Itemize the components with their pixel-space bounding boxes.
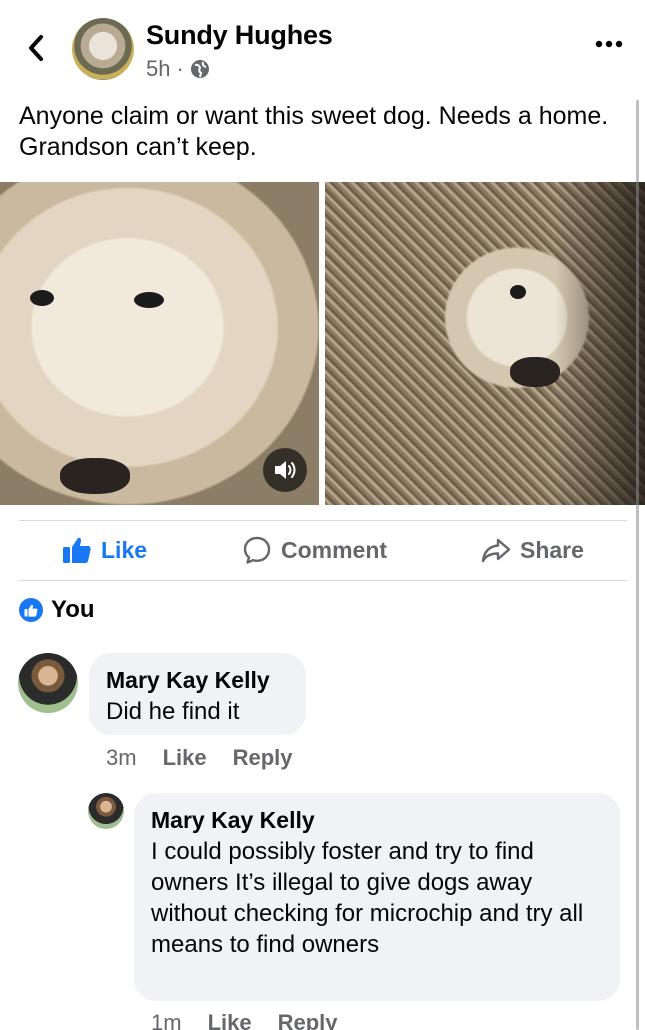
dog-nose xyxy=(60,458,130,494)
globe-icon xyxy=(190,60,209,78)
like-button[interactable]: Like xyxy=(62,521,147,579)
like-label: Like xyxy=(101,536,148,563)
dog-eye xyxy=(510,285,526,299)
comment-button[interactable]: Comment xyxy=(242,521,387,579)
comment-like-button[interactable]: Like xyxy=(163,745,207,771)
comment-text: Did he find it xyxy=(106,698,240,725)
post-meta: 5h · xyxy=(146,56,210,82)
reactions-summary[interactable]: You xyxy=(19,596,95,624)
share-arrow-icon xyxy=(481,538,511,563)
comment-time: 1m xyxy=(151,1010,182,1030)
thumbs-up-icon xyxy=(63,537,91,563)
comment-label: Comment xyxy=(281,536,388,563)
more-options-button[interactable] xyxy=(592,34,626,54)
photo-grid xyxy=(0,182,645,505)
back-button[interactable] xyxy=(22,32,50,64)
comment-reply-button[interactable]: Reply xyxy=(278,1010,338,1030)
author-name[interactable]: Sundy Hughes xyxy=(146,20,333,51)
more-dots-icon xyxy=(595,40,623,48)
commenter-avatar[interactable] xyxy=(18,653,78,713)
post-time[interactable]: 5h xyxy=(146,56,170,82)
commenter-avatar[interactable] xyxy=(88,793,124,829)
dog-photo[interactable] xyxy=(325,182,645,505)
scrollbar[interactable] xyxy=(636,100,639,1030)
comment-author[interactable]: Mary Kay Kelly xyxy=(151,807,315,834)
share-button[interactable]: Share xyxy=(481,521,584,579)
share-label: Share xyxy=(520,536,584,563)
comment-text: I could possibly foster and try to find … xyxy=(151,838,584,958)
like-reaction-icon xyxy=(19,598,43,622)
comment-time: 3m xyxy=(106,745,137,770)
comment-meta: 3m Like Reply xyxy=(106,745,293,771)
comment-author[interactable]: Mary Kay Kelly xyxy=(106,667,270,694)
post-header: Sundy Hughes 5h · xyxy=(0,0,645,95)
meta-separator: · xyxy=(176,56,184,81)
dog-eye xyxy=(134,292,164,308)
sound-toggle-button[interactable] xyxy=(263,448,307,492)
dog-eye xyxy=(30,290,54,306)
post-text: Anyone claim or want this sweet dog. Nee… xyxy=(19,102,609,161)
chevron-left-icon xyxy=(29,35,43,61)
speaker-icon xyxy=(275,461,296,479)
post-actions: Like Comment Share xyxy=(0,521,645,579)
comment-meta: 1m Like Reply xyxy=(151,1010,338,1030)
reactors-label: You xyxy=(51,596,95,623)
divider xyxy=(19,580,627,581)
comment-like-button[interactable]: Like xyxy=(208,1010,252,1030)
comment-reply-button[interactable]: Reply xyxy=(233,745,293,771)
author-avatar[interactable] xyxy=(72,18,134,80)
dog-nose xyxy=(510,357,560,387)
comment-icon xyxy=(243,536,271,564)
